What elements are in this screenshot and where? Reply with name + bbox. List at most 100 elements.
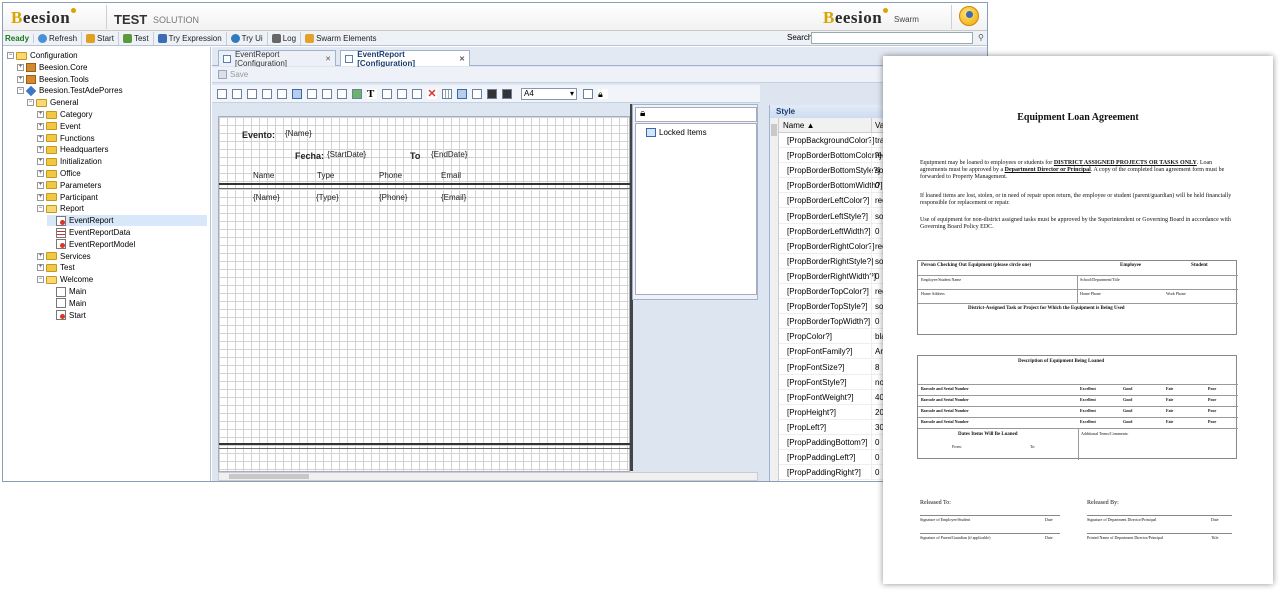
collapse-icon[interactable]: −	[17, 87, 24, 95]
test-button[interactable]: Test	[119, 31, 154, 45]
expand-icon[interactable]: +	[17, 63, 24, 71]
page-size-select[interactable]: A4	[521, 87, 577, 100]
search-icon[interactable]: ⚲	[978, 33, 984, 42]
tree-node[interactable]: − Report	[37, 203, 207, 214]
tree-node[interactable]: + Event	[37, 121, 207, 132]
expand-icon[interactable]: +	[37, 193, 44, 201]
lock-icon[interactable]: 🔒︎	[598, 88, 608, 99]
expand-icon[interactable]: +	[37, 170, 44, 177]
locked-items-node[interactable]: Locked Items	[646, 128, 707, 137]
tree-node[interactable]: EventReportModel	[47, 239, 207, 250]
property-value[interactable]: 0	[875, 272, 879, 281]
send-back-icon[interactable]	[502, 88, 512, 99]
log-button[interactable]: Log	[268, 31, 302, 45]
align-bottom-icon[interactable]	[277, 88, 287, 99]
tree-node[interactable]: + Headquarters	[37, 144, 207, 155]
property-value[interactable]: 8	[875, 363, 879, 372]
tab-eventreport-2[interactable]: EventReport [Configuration] ✕	[340, 50, 470, 68]
refresh-button[interactable]: Refresh	[34, 31, 83, 45]
swarm-elements-button[interactable]: Swarm Elements	[301, 32, 380, 45]
border-icon[interactable]	[472, 88, 482, 99]
detail-name-field[interactable]: {Name}	[253, 193, 280, 202]
line-tool-icon[interactable]	[337, 88, 347, 99]
expand-icon[interactable]: +	[37, 122, 44, 130]
text-tool-icon[interactable]: T	[367, 88, 377, 99]
collapse-icon[interactable]: −	[37, 276, 44, 284]
property-value[interactable]: 0	[875, 438, 879, 447]
expand-icon[interactable]: +	[17, 75, 24, 83]
expand-icon[interactable]: +	[37, 264, 44, 272]
align-top-icon[interactable]	[262, 88, 272, 99]
align-right-icon[interactable]	[247, 88, 257, 99]
tree-node[interactable]: EventReportData	[47, 227, 207, 238]
expand-icon[interactable]: +	[37, 134, 44, 142]
image-tool-icon[interactable]	[322, 88, 332, 99]
user-avatar-icon[interactable]	[959, 6, 979, 26]
property-value[interactable]: 0	[875, 317, 879, 326]
tree-node[interactable]: + Office	[37, 168, 207, 179]
tree-node[interactable]: + Initialization	[37, 156, 207, 167]
pen-tool-icon[interactable]	[382, 88, 392, 99]
tree-node[interactable]: Start	[47, 310, 207, 321]
property-value[interactable]: 0	[875, 181, 879, 190]
connector-tool-icon[interactable]	[412, 88, 422, 99]
tree-node[interactable]: + Functions	[37, 133, 207, 144]
tab-eventreport-1[interactable]: EventReport [Configuration] ✕	[218, 50, 336, 68]
tree-node[interactable]: − Configuration	[7, 50, 207, 61]
page-border-icon[interactable]	[583, 88, 593, 99]
tree-node[interactable]: + Parameters	[37, 180, 207, 191]
scroll-thumb[interactable]	[771, 124, 777, 136]
tree-node[interactable]: + Test	[37, 262, 207, 273]
bring-front-icon[interactable]	[487, 88, 497, 99]
property-value[interactable]: 0	[875, 468, 879, 477]
try-ui-button[interactable]: Try Ui	[227, 31, 268, 45]
chart-tool-icon[interactable]	[352, 88, 362, 99]
detail-email-field[interactable]: {Email}	[441, 193, 466, 202]
tree-node[interactable]: − General	[27, 97, 207, 108]
tree-node[interactable]: + Participant	[37, 192, 207, 203]
tree-node[interactable]: − Welcome	[37, 274, 207, 285]
tree-node[interactable]: + Category	[37, 109, 207, 120]
end-date-field[interactable]: {EndDate}	[431, 150, 467, 159]
report-canvas[interactable]: Evento: {Name} Fecha: {StartDate} To {En…	[218, 116, 631, 472]
try-expression-button[interactable]: Try Expression	[154, 31, 227, 45]
close-icon[interactable]: ✕	[325, 55, 331, 63]
grid-icon[interactable]	[442, 88, 452, 99]
property-value[interactable]: 0	[875, 227, 879, 236]
tree-node[interactable]: − Beesion.TestAdePorres	[17, 85, 207, 97]
start-button[interactable]: Start	[82, 31, 119, 45]
tree-node[interactable]: + Services	[37, 251, 207, 262]
tree-node[interactable]: Main	[47, 286, 207, 297]
expand-icon[interactable]: +	[37, 111, 44, 118]
save-button[interactable]: Save	[230, 70, 248, 79]
style-scrollbar[interactable]	[770, 118, 779, 481]
search-input[interactable]	[811, 32, 973, 44]
collapse-icon[interactable]: −	[27, 99, 34, 107]
expand-icon[interactable]: +	[37, 252, 44, 260]
expand-icon[interactable]: +	[37, 181, 44, 189]
scroll-thumb[interactable]	[229, 474, 309, 479]
tree-node[interactable]: + Beesion.Core	[17, 62, 207, 73]
collapse-icon[interactable]: −	[37, 205, 44, 213]
delete-icon[interactable]: ✕	[427, 88, 437, 99]
detail-type-field[interactable]: {Type}	[316, 193, 339, 202]
detail-phone-field[interactable]: {Phone}	[379, 193, 407, 202]
tree-node[interactable]: Main	[47, 298, 207, 309]
grid-snap-icon[interactable]	[457, 88, 467, 99]
pointer-tool-icon[interactable]	[292, 88, 302, 99]
property-value[interactable]: 0	[875, 453, 879, 462]
collapse-icon[interactable]: −	[7, 52, 14, 59]
tree-node[interactable]: + Beesion.Tools	[17, 74, 207, 85]
name-column-header[interactable]: Name ▲	[783, 121, 814, 130]
close-icon[interactable]: ✕	[459, 55, 465, 63]
align-center-icon[interactable]	[232, 88, 242, 99]
field-tool-icon[interactable]	[307, 88, 317, 99]
expand-icon[interactable]: +	[37, 158, 44, 166]
tree-node[interactable]: EventReport	[47, 215, 207, 227]
start-date-field[interactable]: {StartDate}	[327, 150, 366, 159]
align-left-icon[interactable]	[217, 88, 227, 99]
horizontal-scrollbar[interactable]	[218, 472, 758, 481]
name-field[interactable]: {Name}	[285, 129, 312, 138]
expand-icon[interactable]: +	[37, 146, 44, 154]
rectangle-tool-icon[interactable]	[397, 88, 407, 99]
